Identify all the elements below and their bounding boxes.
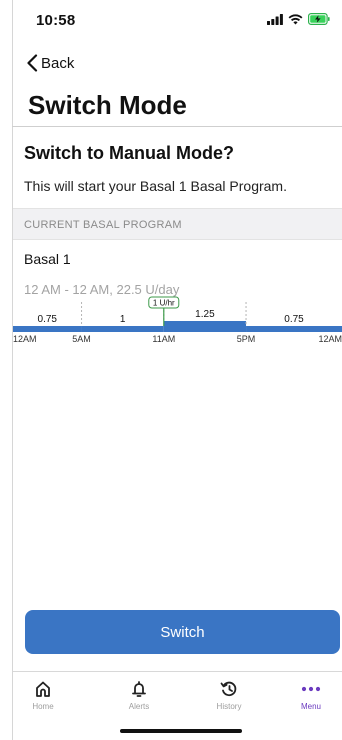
back-label: Back bbox=[41, 54, 75, 72]
program-section-label: CURRENT BASAL PROGRAM bbox=[24, 219, 182, 231]
more-icon bbox=[301, 686, 321, 692]
basal-segment-rate-label: 0.75 bbox=[38, 314, 58, 325]
wifi-icon bbox=[288, 13, 303, 24]
x-axis-tick-label: 11AM bbox=[152, 334, 175, 344]
x-axis-tick-label: 5AM bbox=[72, 334, 91, 344]
tab-menu-label: Menu bbox=[300, 702, 321, 711]
status-icons bbox=[267, 13, 330, 25]
tab-history[interactable]: History bbox=[199, 680, 259, 711]
x-axis-tick-label: 12AM bbox=[13, 334, 37, 344]
tab-menu[interactable]: Menu bbox=[281, 680, 341, 711]
program-section-header: CURRENT BASAL PROGRAM bbox=[13, 208, 342, 240]
tab-bar-divider bbox=[13, 671, 342, 672]
chevron-left-icon bbox=[27, 54, 38, 72]
status-time: 10:58 bbox=[36, 12, 76, 29]
basal-program-summary: 12 AM - 12 AM, 22.5 U/day bbox=[24, 282, 180, 297]
basal-rate-chart: 0.75 1 1.25 0.7512AM 5AM 11AM 5PM 12AM1 U/hr bbox=[13, 296, 342, 344]
back-button[interactable]: Back bbox=[26, 54, 74, 72]
basal-segment-rate-label: 1.25 bbox=[195, 309, 215, 320]
status-bar: 10:58 bbox=[0, 0, 342, 40]
basal-segment-rate-label: 1 bbox=[120, 314, 126, 325]
x-axis-tick-label: 12AM bbox=[318, 334, 342, 344]
tab-home[interactable]: Home bbox=[13, 680, 73, 711]
basal-segment-bar bbox=[246, 326, 342, 332]
bell-icon bbox=[132, 681, 146, 697]
basal-segment-rate-label: 0.75 bbox=[284, 314, 304, 325]
x-axis-tick-label: 5PM bbox=[237, 334, 256, 344]
left-edge-divider bbox=[12, 0, 13, 740]
history-icon bbox=[220, 681, 237, 697]
basal-program-name: Basal 1 bbox=[24, 251, 71, 267]
tab-history-label: History bbox=[216, 702, 242, 711]
basal-segment-bar bbox=[163, 321, 247, 332]
page-title: Switch Mode bbox=[28, 90, 187, 120]
header-divider bbox=[12, 126, 342, 127]
home-icon bbox=[36, 681, 50, 697]
tab-alerts[interactable]: Alerts bbox=[109, 680, 169, 711]
battery-charging-icon bbox=[308, 13, 330, 25]
switch-button-label: Switch bbox=[160, 623, 205, 641]
confirm-description: This will start your Basal 1 Basal Progr… bbox=[24, 178, 287, 194]
tab-alerts-label: Alerts bbox=[128, 702, 150, 711]
navigation-bar: Back bbox=[0, 52, 342, 80]
tab-home-label: Home bbox=[32, 702, 54, 711]
confirm-title: Switch to Manual Mode? bbox=[24, 143, 234, 163]
home-indicator bbox=[120, 729, 242, 733]
switch-button[interactable]: Switch bbox=[25, 610, 340, 654]
basal-segment-bar bbox=[81, 326, 164, 332]
current-rate-label: 1 U/hr bbox=[153, 299, 175, 308]
basal-segment-bar bbox=[13, 326, 82, 332]
cellular-signal-icon bbox=[267, 13, 283, 25]
